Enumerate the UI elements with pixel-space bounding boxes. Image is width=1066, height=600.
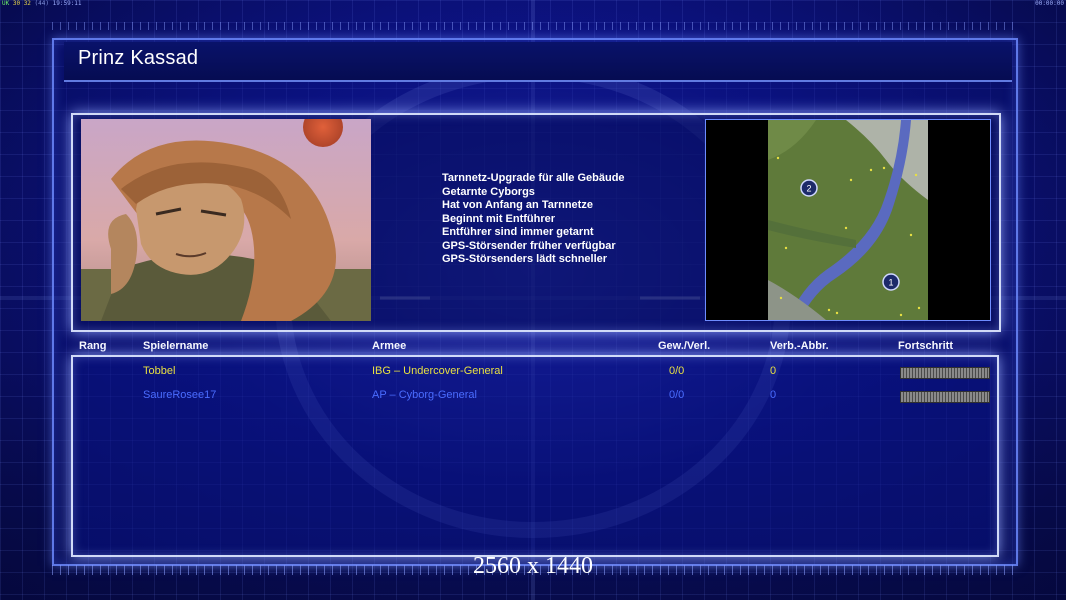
status-bar-right: 00:00:00 (1035, 0, 1064, 7)
column-header-rank: Rang (79, 340, 107, 352)
column-header-wins-losses: Gew./Verl. (658, 340, 711, 352)
player-progress-fill (901, 368, 989, 378)
column-header-disconnects: Verb.-Abbr. (770, 340, 829, 352)
player-progress-fill (901, 392, 989, 402)
feature-item: GPS-Störsenders lädt schneller (442, 253, 608, 265)
status-clock: 19:59:11 (52, 0, 82, 7)
player-progress-bar (900, 367, 990, 379)
player-disconnects: 0 (770, 389, 777, 401)
general-portrait (81, 119, 371, 321)
start-position-1-label: 1 (888, 278, 893, 288)
player-disconnects: 0 (770, 365, 777, 377)
title-bar (64, 42, 1012, 82)
status-bar-left: UK 30 32 (44) 19:59:11 (2, 0, 82, 8)
feature-item: Hat von Anfang an Tarnnetze (442, 199, 593, 211)
column-header-army: Armee (372, 340, 407, 352)
minimap: 2 1 (705, 119, 991, 321)
players-table-header: Rang Spielername Armee Gew./Verl. Verb.-… (0, 340, 1066, 354)
portrait-illustration (81, 119, 371, 321)
feature-item: Entführer sind immer getarnt (442, 226, 594, 238)
feature-item: Tarnnetz-Upgrade für alle Gebäude (442, 172, 625, 184)
player-row: SaureRosee17 AP – Cyborg-General 0/0 0 (0, 389, 1066, 403)
status-region: UK (2, 0, 10, 7)
players-table-panel (71, 355, 999, 557)
column-header-progress: Fortschritt (898, 340, 953, 352)
status-count: (44) (34, 0, 49, 7)
player-army: AP – Cyborg-General (372, 389, 477, 401)
player-progress-bar (900, 391, 990, 403)
player-wins-losses: 0/0 (669, 389, 685, 401)
player-army: IBG – Undercover-General (372, 365, 503, 377)
feature-item: Beginnt mit Entführer (442, 212, 556, 225)
resolution-label: 2560 x 1440 (473, 553, 593, 579)
minimap-terrain: 2 1 (768, 120, 928, 320)
player-name: Tobbel (143, 365, 176, 377)
status-counter: 30 32 (12, 0, 31, 7)
column-header-player-name: Spielername (143, 340, 209, 352)
player-name: SaureRosee17 (143, 389, 217, 401)
feature-item: Getarnte Cyborgs (442, 185, 535, 198)
feature-item: GPS-Störsender früher verfügbar (442, 239, 616, 252)
page-title: Prinz Kassad (78, 47, 199, 69)
start-position-2-label: 2 (806, 184, 811, 194)
player-wins-losses: 0/0 (669, 365, 685, 377)
top-ruler (52, 22, 1014, 30)
general-feature-list: Tarnnetz-Upgrade für alle Gebäude Getarn… (442, 172, 625, 267)
player-row: Tobbel IBG – Undercover-General 0/0 0 (0, 365, 1066, 379)
